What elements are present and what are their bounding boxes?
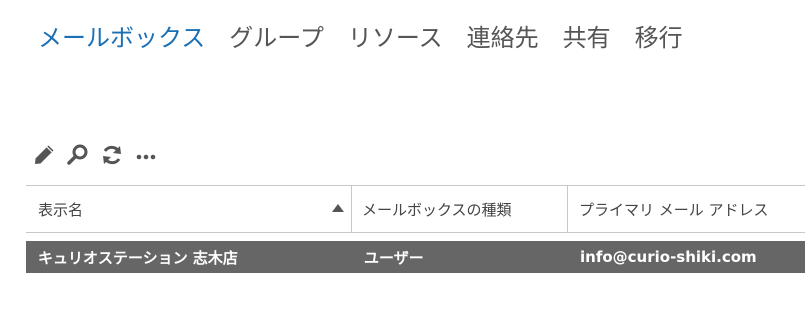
tab-groups[interactable]: グループ: [229, 22, 324, 54]
more-icon: [136, 154, 156, 160]
column-header-display-name[interactable]: 表示名: [38, 186, 350, 232]
cell-primary-email: info@curio-shiki.com: [580, 248, 757, 266]
table-row[interactable]: キュリオステーション 志木店 ユーザー info@curio-shiki.com: [26, 241, 805, 273]
column-header-primary-email[interactable]: プライマリ メール アドレス: [579, 186, 805, 232]
column-divider[interactable]: [567, 186, 568, 232]
cell-display-name: キュリオステーション 志木店: [38, 248, 238, 267]
tab-contacts[interactable]: 連絡先: [467, 22, 539, 54]
more-button[interactable]: [132, 142, 160, 168]
cell-mailbox-type: ユーザー: [364, 248, 424, 267]
edit-button[interactable]: [30, 142, 58, 168]
tab-shared[interactable]: 共有: [563, 22, 611, 54]
tab-migration[interactable]: 移行: [635, 22, 683, 54]
toolbar: [30, 142, 166, 168]
column-divider[interactable]: [351, 186, 352, 232]
column-header-mailbox-type[interactable]: メールボックスの種類: [362, 186, 562, 232]
pencil-icon: [35, 145, 54, 164]
top-nav-tabs: メールボックス グループ リソース 連絡先 共有 移行: [38, 22, 707, 54]
search-icon: [67, 144, 88, 165]
refresh-button[interactable]: [98, 142, 126, 168]
tab-mailboxes[interactable]: メールボックス: [38, 22, 205, 54]
search-button[interactable]: [64, 142, 92, 168]
tab-resources[interactable]: リソース: [348, 22, 443, 54]
sort-ascending-icon[interactable]: [332, 204, 344, 212]
table-header: 表示名 メールボックスの種類 プライマリ メール アドレス: [26, 185, 805, 233]
mailbox-table: 表示名 メールボックスの種類 プライマリ メール アドレス キュリオステーション…: [26, 185, 805, 273]
refresh-icon: [103, 145, 121, 165]
